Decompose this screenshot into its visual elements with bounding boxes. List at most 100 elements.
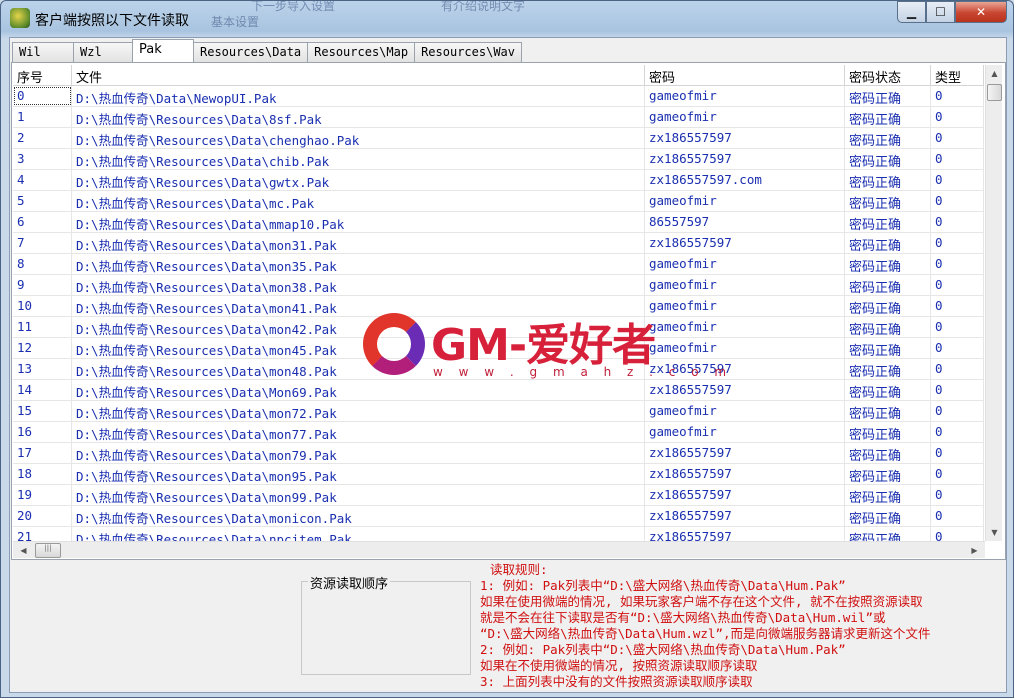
table-row[interactable]: 21 D:\热血传奇\Resources\Data\npcitem.Pak zx18… (13, 527, 984, 541)
column-header-file[interactable]: 文件 (72, 65, 645, 86)
table-row[interactable]: 1 D:\热血传奇\Resources\Data\8sf.Pak gameofmir… (13, 107, 984, 128)
column-header-index[interactable]: 序号 (13, 65, 72, 86)
row-type: 0 (931, 86, 984, 106)
row-password-status: 密码正确 (845, 275, 931, 295)
table-row[interactable]: 3 D:\热血传奇\Resources\Data\chib.Pak zx186557… (13, 149, 984, 170)
table-row[interactable]: 18 D:\热血传奇\Resources\Data\mon95.Pak zx1865… (13, 464, 984, 485)
ghost-text: 有介绍说明文字 (441, 1, 526, 13)
column-header-password-status[interactable]: 密码状态 (845, 65, 931, 86)
tab-wzl[interactable]: Wzl (73, 42, 133, 62)
tab-resources-map[interactable]: Resources\Map (307, 42, 416, 62)
table-row[interactable]: 7 D:\热血传奇\Resources\Data\mon31.Pak zx18655… (13, 233, 984, 254)
minimize-button[interactable]: ▁ (897, 1, 926, 23)
horizontal-scrollbar[interactable]: ◀ ||| ▶ (13, 541, 985, 558)
row-password: zx186557597 (645, 380, 845, 400)
file-list-view[interactable]: 序号 文件 密码 密码状态 类型 0 D:\热血传奇\Data\NewopUI.P… (13, 65, 984, 541)
maximize-button[interactable]: ☐ (926, 1, 955, 23)
row-file: D:\热血传奇\Resources\Data\mmap10.Pak (72, 212, 645, 232)
row-type: 0 (931, 401, 984, 421)
rules-heading: 读取规则: (490, 562, 548, 577)
tab-resources-data[interactable]: Resources\Data (193, 42, 309, 62)
client-area: Wil Wzl Pak Resources\Data Resources\Map… (9, 37, 1007, 693)
row-file: D:\热血传奇\Resources\Data\mon79.Pak (72, 443, 645, 463)
table-row[interactable]: 12 D:\热血传奇\Resources\Data\mon45.Pak gameof… (13, 338, 984, 359)
row-type: 0 (931, 149, 984, 169)
table-row[interactable]: 5 D:\热血传奇\Resources\Data\mc.Pak gameofmir 密… (13, 191, 984, 212)
row-file: D:\热血传奇\Resources\Data\8sf.Pak (72, 107, 645, 127)
horizontal-scroll-thumb[interactable]: ||| (35, 543, 61, 558)
row-type: 0 (931, 443, 984, 463)
vertical-scrollbar[interactable]: ▲ ▼ (985, 65, 1002, 541)
table-row[interactable]: 11 D:\热血传奇\Resources\Data\mon42.Pak gameof… (13, 317, 984, 338)
row-type: 0 (931, 233, 984, 253)
row-password: zx186557597 (645, 149, 845, 169)
row-file: D:\热血传奇\Resources\Data\gwtx.Pak (72, 170, 645, 190)
close-button[interactable]: ✕ (955, 1, 1007, 23)
rules-line: 3: 上面列表中没有的文件按照资源读取顺序读取 (480, 674, 753, 689)
tab-resources-wav[interactable]: Resources\Wav (414, 42, 522, 62)
row-password: 86557597 (645, 212, 845, 232)
scroll-up-icon[interactable]: ▲ (986, 65, 1003, 82)
row-type: 0 (931, 527, 984, 541)
table-row[interactable]: 14 D:\热血传奇\Resources\Data\Mon69.Pak zx1865… (13, 380, 984, 401)
row-password: gameofmir (645, 338, 845, 358)
scroll-left-icon[interactable]: ◀ (15, 542, 32, 559)
row-type: 0 (931, 485, 984, 505)
row-index: 0 (13, 86, 72, 106)
row-password: gameofmir (645, 317, 845, 337)
row-password: gameofmir (645, 401, 845, 421)
row-password-status: 密码正确 (845, 506, 931, 526)
vertical-scroll-thumb[interactable] (987, 84, 1002, 101)
row-password: zx186557597 (645, 233, 845, 253)
background-window-ghost: 下一步导入设置 有介绍说明文字 基本设置 (211, 1, 731, 31)
table-row[interactable]: 17 D:\热血传奇\Resources\Data\mon79.Pak zx1865… (13, 443, 984, 464)
row-index: 15 (13, 401, 72, 421)
row-file: D:\热血传奇\Resources\Data\mon31.Pak (72, 233, 645, 253)
column-header-type[interactable]: 类型 (931, 65, 984, 86)
column-header-password[interactable]: 密码 (645, 65, 845, 86)
row-file: D:\热血传奇\Resources\Data\mon35.Pak (72, 254, 645, 274)
table-row[interactable]: 9 D:\热血传奇\Resources\Data\mon38.Pak gameofm… (13, 275, 984, 296)
row-password-status: 密码正确 (845, 212, 931, 232)
row-index: 13 (13, 359, 72, 379)
table-row[interactable]: 0 D:\热血传奇\Data\NewopUI.Pak gameofmir 密码正确 0 (13, 86, 984, 107)
rules-line: 1: 例如: Pak列表中“D:\盛大网络\热血传奇\Data\Hum.Pak” (480, 578, 846, 593)
scroll-right-icon[interactable]: ▶ (966, 542, 983, 559)
row-index: 14 (13, 380, 72, 400)
row-type: 0 (931, 191, 984, 211)
table-row[interactable]: 2 D:\热血传奇\Resources\Data\chenghao.Pak zx18… (13, 128, 984, 149)
row-index: 7 (13, 233, 72, 253)
row-index: 17 (13, 443, 72, 463)
table-row[interactable]: 8 D:\热血传奇\Resources\Data\mon35.Pak gameofm… (13, 254, 984, 275)
table-row[interactable]: 19 D:\热血传奇\Resources\Data\mon99.Pak zx1865… (13, 485, 984, 506)
table-row[interactable]: 13 D:\热血传奇\Resources\Data\mon48.Pak zx1865… (13, 359, 984, 380)
table-row[interactable]: 6 D:\热血传奇\Resources\Data\mmap10.Pak 865575… (13, 212, 984, 233)
row-type: 0 (931, 338, 984, 358)
row-password-status: 密码正确 (845, 380, 931, 400)
table-row[interactable]: 20 D:\热血传奇\Resources\Data\monicon.Pak zx18… (13, 506, 984, 527)
title-bar[interactable]: 客户端按照以下文件读取 下一步导入设置 有介绍说明文字 基本设置 ▁ ☐ ✕ (1, 1, 1013, 35)
row-password: zx186557597 (645, 464, 845, 484)
row-password-status: 密码正确 (845, 296, 931, 316)
row-password: zx186557597 (645, 359, 845, 379)
app-window: 客户端按照以下文件读取 下一步导入设置 有介绍说明文字 基本设置 ▁ ☐ ✕ W… (0, 0, 1014, 698)
row-type: 0 (931, 170, 984, 190)
row-index: 11 (13, 317, 72, 337)
table-row[interactable]: 10 D:\热血传奇\Resources\Data\mon41.Pak gameof… (13, 296, 984, 317)
row-password: zx186557597.com (645, 170, 845, 190)
row-file: D:\热血传奇\Resources\Data\mon72.Pak (72, 401, 645, 421)
row-password: gameofmir (645, 296, 845, 316)
row-file: D:\热血传奇\Resources\Data\mon42.Pak (72, 317, 645, 337)
row-password-status: 密码正确 (845, 107, 931, 127)
table-row[interactable]: 4 D:\热血传奇\Resources\Data\gwtx.Pak zx186557… (13, 170, 984, 191)
scroll-down-icon[interactable]: ▼ (986, 524, 1003, 541)
tab-pak[interactable]: Pak (132, 39, 194, 62)
row-password: gameofmir (645, 254, 845, 274)
row-index: 19 (13, 485, 72, 505)
tab-wil[interactable]: Wil (12, 42, 74, 62)
table-row[interactable]: 16 D:\热血传奇\Resources\Data\mon77.Pak gameof… (13, 422, 984, 443)
row-password: zx186557597 (645, 443, 845, 463)
row-file: D:\热血传奇\Resources\Data\mon77.Pak (72, 422, 645, 442)
table-row[interactable]: 15 D:\热血传奇\Resources\Data\mon72.Pak gameof… (13, 401, 984, 422)
row-password-status: 密码正确 (845, 443, 931, 463)
